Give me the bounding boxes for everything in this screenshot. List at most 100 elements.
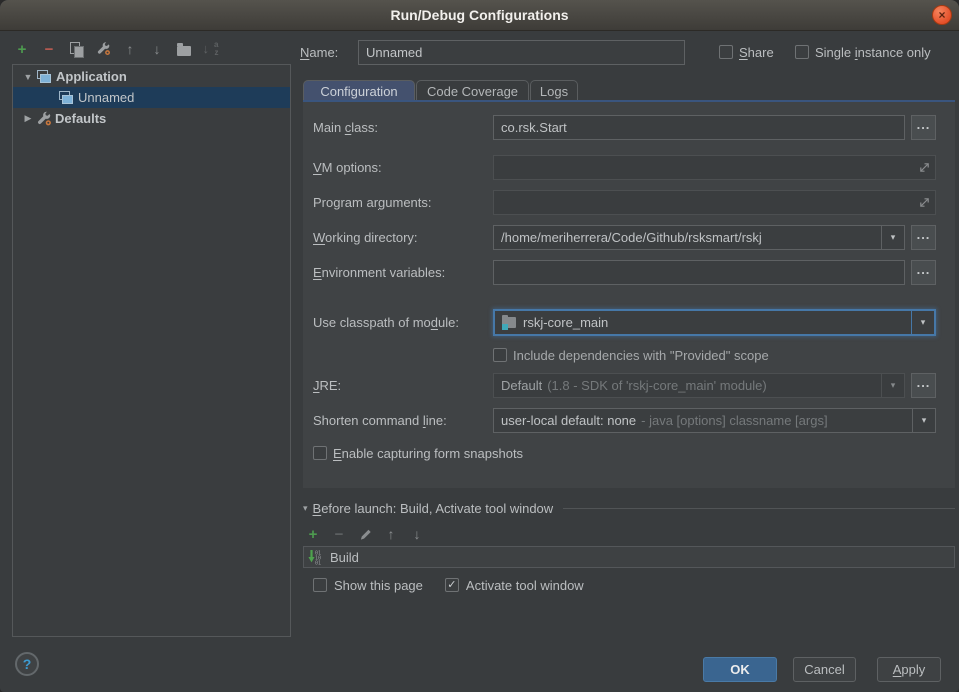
new-folder-icon[interactable] [176,40,192,58]
copy-configuration-icon[interactable] [68,40,84,58]
working-directory-label: Working directory: [313,230,493,245]
window-title: Run/Debug Configurations [390,7,568,23]
application-type-icon [37,70,53,84]
program-arguments-label: Program arguments: [313,195,493,210]
collapse-section-icon[interactable]: ▾ [303,503,308,514]
environment-variables-row: Environment variables: ... [313,260,936,285]
move-down-icon[interactable]: ↓ [149,40,165,58]
jre-browse-button[interactable]: ... [911,373,936,398]
tree-expanded-icon[interactable]: ▼ [21,72,35,82]
tab-code-coverage[interactable]: Code Coverage [416,80,529,101]
tree-item-label: Application [56,69,127,84]
remove-configuration-icon[interactable]: − [41,40,57,58]
use-classpath-row: Use classpath of module: rskj-core_main … [313,308,936,337]
move-task-up-icon[interactable]: ↑ [383,525,399,543]
vm-options-label: VM options: [313,160,493,175]
show-this-page-checkbox[interactable] [313,578,327,592]
before-launch-toolbar: + − ↑ ↓ [305,525,425,543]
main-class-input[interactable]: co.rsk.Start [493,115,905,140]
main-class-browse-button[interactable]: ... [911,115,936,140]
working-directory-row: Working directory: /home/meriherrera/Cod… [313,225,936,250]
cancel-button[interactable]: Cancel [793,657,856,682]
expand-field-icon[interactable] [916,197,932,208]
environment-variables-input[interactable] [493,260,905,285]
tree-item-label: Unnamed [78,90,134,105]
before-launch-options: Show this page ✓ Activate tool window [313,576,584,594]
run-debug-configurations-dialog: Run/Debug Configurations × + − ↑ ↓ ↓ a z [0,0,959,692]
shorten-command-line-row: Shorten command line: user-local default… [313,408,936,433]
vm-options-input[interactable] [493,155,936,180]
jre-combobox[interactable]: Default (1.8 - SDK of 'rskj-core_main' m… [493,373,905,398]
tree-item-unnamed[interactable]: Unnamed [13,87,290,108]
defaults-wrench-icon [36,111,52,127]
single-instance-checkbox-group[interactable]: Single instance only [795,43,931,61]
enable-capturing-checkbox[interactable] [313,446,327,460]
section-divider [563,508,955,509]
move-up-icon[interactable]: ↑ [122,40,138,58]
jre-row: JRE: Default (1.8 - SDK of 'rskj-core_ma… [313,373,936,398]
enable-capturing-checkbox-group[interactable]: Enable capturing form snapshots [313,444,523,462]
use-classpath-combobox[interactable]: rskj-core_main ▾ [493,309,936,336]
add-configuration-icon[interactable]: + [14,40,30,58]
configurations-toolbar: + − ↑ ↓ ↓ a z [14,39,219,59]
move-task-down-icon[interactable]: ↓ [409,525,425,543]
share-label: Share [739,45,774,60]
sort-configurations-icon[interactable]: ↓ a z [203,40,219,58]
use-classpath-label: Use classpath of module: [313,315,493,330]
jre-label: JRE: [313,378,493,393]
program-arguments-row: Program arguments: [313,190,936,215]
tree-item-application[interactable]: ▼ Application [13,66,290,87]
ok-button[interactable]: OK [703,657,777,682]
build-icon: 01 10 01 [308,549,324,565]
module-icon [502,317,517,329]
include-dependencies-checkbox[interactable] [493,348,507,362]
svg-text:01: 01 [315,561,321,566]
edit-task-icon[interactable] [357,525,373,543]
tab-configuration[interactable]: Configuration [303,80,415,101]
apply-button[interactable]: Apply [877,657,941,682]
before-launch-title: Before launch: Build, Activate tool wind… [313,501,554,516]
add-task-icon[interactable]: + [305,525,321,543]
working-directory-browse-button[interactable]: ... [911,225,936,250]
include-dependencies-checkbox-group[interactable]: Include dependencies with "Provided" sco… [493,346,769,364]
name-value: Unnamed [366,45,422,60]
share-checkbox-group[interactable]: Share [719,43,774,61]
main-class-label: Main class: [313,120,493,135]
main-class-row: Main class: co.rsk.Start ... [313,115,936,140]
show-this-page-label: Show this page [334,578,423,593]
configurations-tree: ▼ Application Unnamed ▶ Defaults [12,64,291,637]
tree-item-defaults[interactable]: ▶ Defaults [13,108,290,129]
task-label: Build [330,550,359,565]
help-button[interactable]: ? [15,652,39,676]
jre-dropdown-icon[interactable]: ▾ [881,374,904,397]
expand-field-icon[interactable] [916,162,932,173]
program-arguments-input[interactable] [493,190,936,215]
edit-defaults-icon[interactable] [95,40,111,58]
activate-tool-window-checkbox[interactable]: ✓ [445,578,459,592]
working-directory-dropdown-icon[interactable]: ▾ [881,226,904,249]
remove-task-icon[interactable]: − [331,525,347,543]
environment-variables-browse-button[interactable]: ... [911,260,936,285]
help-icon: ? [23,656,32,672]
before-launch-header[interactable]: ▾ Before launch: Build, Activate tool wi… [303,501,955,516]
name-input[interactable]: Unnamed [358,40,685,65]
single-instance-label: Single instance only [815,45,931,60]
tree-item-label: Defaults [55,111,106,126]
include-dependencies-label: Include dependencies with "Provided" sco… [513,348,769,363]
working-directory-input[interactable]: /home/meriherrera/Code/Github/rsksmart/r… [493,225,905,250]
environment-variables-label: Environment variables: [313,265,493,280]
use-classpath-dropdown-icon[interactable]: ▾ [911,311,934,334]
application-type-icon [59,91,75,105]
name-label: Name: [300,45,338,60]
shorten-command-line-label: Shorten command line: [313,413,493,428]
shorten-command-line-dropdown-icon[interactable]: ▾ [912,409,935,432]
close-icon[interactable]: × [932,5,952,25]
share-checkbox[interactable] [719,45,733,59]
tree-collapsed-icon[interactable]: ▶ [21,113,35,124]
single-instance-checkbox[interactable] [795,45,809,59]
title-bar[interactable]: Run/Debug Configurations × [0,0,959,31]
activate-tool-window-label: Activate tool window [466,578,584,593]
tab-logs[interactable]: Logs [530,80,578,101]
before-launch-task-build[interactable]: 01 10 01 Build [303,546,955,568]
shorten-command-line-combobox[interactable]: user-local default: none - java [options… [493,408,936,433]
